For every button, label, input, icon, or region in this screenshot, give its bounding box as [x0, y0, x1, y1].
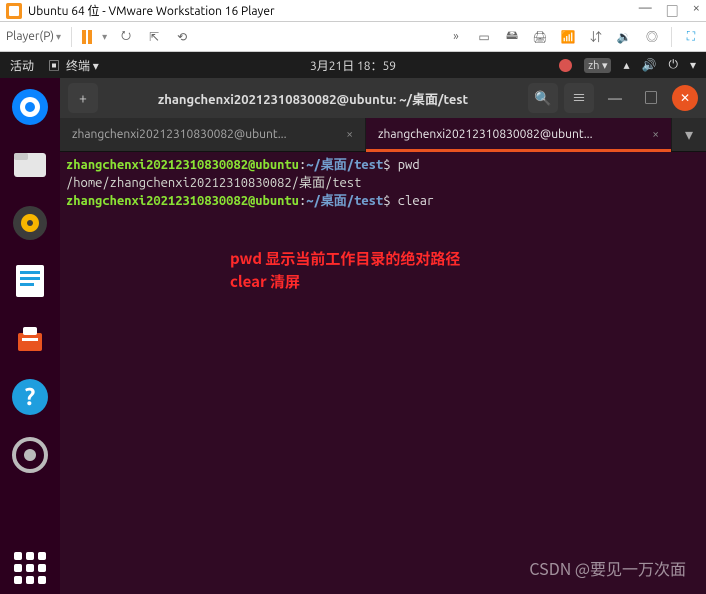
terminal-titlebar: + zhangchenxi20212310830082@ubuntu: ~/桌面… [60, 78, 706, 118]
tab-1[interactable]: zhangchenxi20212310830082@ubunt... × [366, 118, 672, 151]
host-minimize-button[interactable]: — [639, 1, 652, 20]
terminal-icon: ▣ [48, 57, 60, 74]
popout-icon[interactable]: ⇱ [145, 28, 163, 46]
command-text: pwd [398, 158, 420, 172]
usb-icon[interactable]: ⇵ [587, 28, 605, 46]
window-minimize-button[interactable]: — [600, 83, 630, 113]
dock-rhythmbox[interactable] [7, 200, 53, 246]
gnome-top-bar: 活动 ▣ 终端 ▾ 3月21日 18：59 zh ▾ ▴ 🔊 ⏻ ▾ [0, 52, 706, 78]
annotation-overlay: pwd 显示当前工作目录的绝对路径 clear 清屏 [230, 248, 460, 293]
sound-icon[interactable]: 🔉 [615, 28, 633, 46]
output-line: /home/zhangchenxi20212310830082/桌面/test [66, 176, 361, 190]
host-maximize-button[interactable]: □ [666, 1, 679, 20]
tab-close-icon[interactable]: × [346, 128, 353, 141]
arrows-icon[interactable]: » [447, 28, 465, 46]
app-menu-label: 终端 ▾ [66, 57, 99, 74]
volume-icon[interactable]: 🔊 [642, 58, 657, 72]
vmware-logo-icon [6, 3, 22, 19]
fullscreen-icon[interactable]: ⛶ [682, 28, 700, 46]
input-language[interactable]: zh ▾ [584, 58, 611, 73]
power-icon[interactable]: ⏻ [668, 58, 678, 72]
annotation-line: pwd 显示当前工作目录的绝对路径 [230, 248, 460, 271]
tab-0[interactable]: zhangchenxi20212310830082@ubunt... × [60, 118, 366, 151]
prompt-path: ~/桌面/test [306, 194, 383, 208]
cycle-icon[interactable]: ⟲ [173, 28, 191, 46]
terminal-window: + zhangchenxi20212310830082@ubuntu: ~/桌面… [60, 78, 706, 594]
vmware-titlebar: Ubuntu 64 位 - VMware Workstation 16 Play… [0, 0, 706, 22]
terminal-tabs: zhangchenxi20212310830082@ubunt... × zha… [60, 118, 706, 152]
tab-label: zhangchenxi20212310830082@ubunt... [378, 128, 593, 141]
cd-icon[interactable]: ◎ [643, 28, 661, 46]
notification-dot-icon[interactable] [559, 59, 572, 72]
vmware-toolbar: Player(P) ▾ ⭮ ⇱ ⟲ » ▭ 🖴 🖨 📶 ⇵ 🔉 ◎ ⛶ [0, 22, 706, 52]
clock[interactable]: 3月21日 18：59 [310, 57, 396, 74]
system-caret-icon[interactable]: ▾ [690, 58, 696, 72]
window-maximize-button[interactable]: □ [636, 83, 666, 113]
command-text: clear [398, 194, 434, 208]
prompt-user: zhangchenxi20212310830082@ubuntu [66, 158, 299, 172]
dock-settings[interactable] [7, 432, 53, 478]
search-button[interactable]: 🔍 [528, 83, 558, 113]
dock-software[interactable] [7, 316, 53, 362]
send-ctrl-alt-del-icon[interactable]: ⭮ [117, 28, 135, 46]
annotation-line: clear 清屏 [230, 271, 460, 294]
separator [71, 27, 72, 47]
tab-close-icon[interactable]: × [652, 128, 659, 141]
dock-help[interactable]: ? [7, 374, 53, 420]
app-menu[interactable]: ▣ 终端 ▾ [48, 57, 99, 74]
terminal-title: zhangchenxi20212310830082@ubuntu: ~/桌面/t… [104, 89, 522, 108]
ubuntu-desktop: 活动 ▣ 终端 ▾ 3月21日 18：59 zh ▾ ▴ 🔊 ⏻ ▾ ? + z… [0, 52, 706, 594]
print-icon[interactable]: 🖨 [531, 28, 549, 46]
dock-libreoffice-writer[interactable] [7, 258, 53, 304]
network-icon[interactable]: ▴ [623, 58, 629, 72]
window-close-button[interactable]: ✕ [672, 85, 698, 111]
screen-icon[interactable]: ▭ [475, 28, 493, 46]
tabs-overflow-caret-icon[interactable]: ▾ [672, 118, 706, 151]
player-menu[interactable]: Player(P) [6, 30, 61, 43]
host-close-button[interactable]: × [693, 1, 700, 20]
pause-button[interactable] [82, 30, 92, 44]
dock-thunderbird[interactable] [7, 84, 53, 130]
prompt-user: zhangchenxi20212310830082@ubuntu [66, 194, 299, 208]
separator [671, 27, 672, 47]
svg-text:?: ? [25, 383, 36, 410]
host-window-title: Ubuntu 64 位 - VMware Workstation 16 Play… [28, 2, 275, 19]
ubuntu-dock: ? [0, 52, 60, 594]
net-icon[interactable]: 📶 [559, 28, 577, 46]
prompt-dollar: $ [383, 194, 398, 208]
new-tab-button[interactable]: + [68, 83, 98, 113]
csdn-watermark: CSDN @要见一万次面 [529, 556, 686, 580]
hamburger-menu-button[interactable]: ≡ [564, 83, 594, 113]
prompt-path: ~/桌面/test [306, 158, 383, 172]
prompt-dollar: $ [383, 158, 398, 172]
disk-icon[interactable]: 🖴 [503, 28, 521, 46]
activities-button[interactable]: 活动 [10, 57, 34, 74]
dropdown-caret-icon[interactable]: ▾ [102, 31, 107, 43]
terminal-body[interactable]: zhangchenxi20212310830082@ubuntu:~/桌面/te… [60, 152, 706, 594]
dock-files[interactable] [7, 142, 53, 188]
tab-label: zhangchenxi20212310830082@ubunt... [72, 128, 287, 141]
